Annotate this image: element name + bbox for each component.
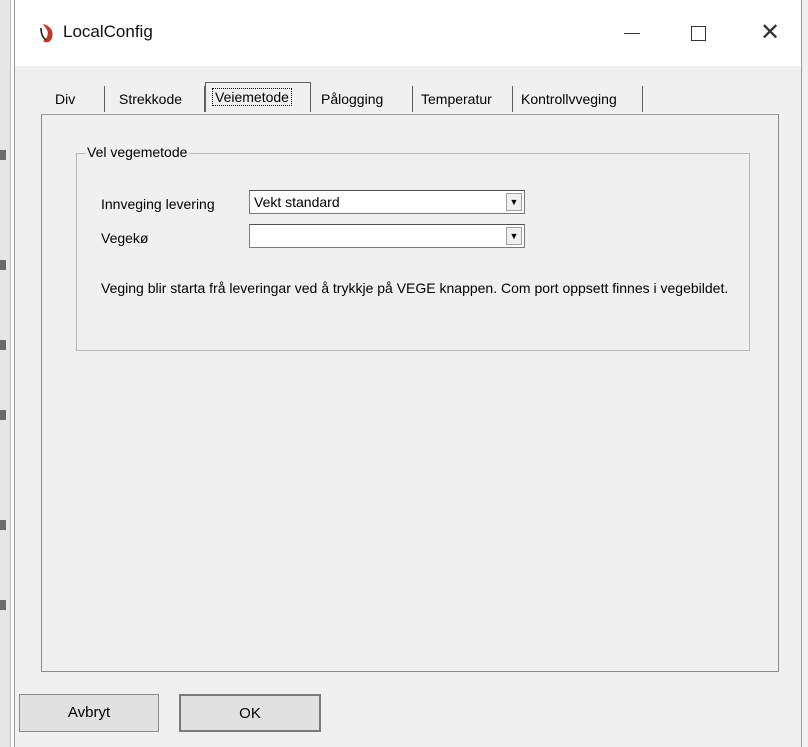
- maximize-button[interactable]: [675, 14, 721, 52]
- window-title: LocalConfig: [63, 22, 153, 41]
- minimize-icon: [624, 32, 640, 35]
- tab-label: Pålogging: [321, 91, 384, 107]
- tab-div[interactable]: Div: [49, 86, 105, 112]
- tab-palogging[interactable]: Pålogging: [315, 86, 413, 112]
- dropdown-button[interactable]: ▼: [506, 227, 522, 245]
- localconfig-window: LocalConfig ✕ Div Strekkode Veiemetode P…: [14, 0, 802, 747]
- tab-label: Div: [55, 91, 76, 107]
- tab-label: Temperatur: [421, 91, 492, 107]
- cancel-button[interactable]: Avbryt: [19, 694, 159, 732]
- tab-veiemetode[interactable]: Veiemetode: [205, 82, 311, 112]
- vegeko-select[interactable]: ▼: [249, 224, 525, 248]
- groupbox-legend: Vel vegemetode: [85, 144, 190, 160]
- innveging-levering-value: Vekt standard: [254, 194, 340, 210]
- tab-kontrollveging[interactable]: Kontrollvveging: [515, 86, 643, 112]
- app-icon: [40, 24, 53, 43]
- background-mark: [0, 150, 6, 160]
- close-button[interactable]: ✕: [747, 14, 793, 52]
- innveging-levering-label: Innveging levering: [101, 196, 215, 212]
- background-mark: [0, 520, 6, 530]
- info-text: Veging blir starta frå leveringar ved å …: [101, 280, 729, 296]
- title-bar[interactable]: LocalConfig ✕: [15, 0, 801, 66]
- tab-label: Kontrollvveging: [521, 91, 617, 107]
- ok-button[interactable]: OK: [179, 694, 321, 732]
- chevron-down-icon: ▼: [509, 231, 519, 241]
- tab-label: Veiemetode: [212, 88, 292, 106]
- background-mark: [0, 600, 6, 610]
- tab-label: Strekkode: [119, 91, 183, 107]
- background-window-edge: [0, 0, 11, 747]
- background-mark: [0, 340, 6, 350]
- dropdown-button[interactable]: ▼: [506, 193, 522, 211]
- tab-strip: Div Strekkode Veiemetode Pålogging Tempe…: [49, 72, 779, 112]
- innveging-levering-select[interactable]: Vekt standard ▼: [249, 190, 525, 214]
- background-mark: [0, 260, 6, 270]
- background-mark: [0, 410, 6, 420]
- vegeko-label: Vegekø: [101, 230, 149, 246]
- maximize-icon: [690, 26, 706, 42]
- tab-temperatur[interactable]: Temperatur: [415, 86, 513, 112]
- vegemetode-groupbox: Vel vegemetode Innveging levering Vekt s…: [76, 144, 750, 351]
- tab-strekkode[interactable]: Strekkode: [113, 86, 205, 112]
- chevron-down-icon: ▼: [509, 197, 519, 207]
- minimize-button[interactable]: [609, 14, 655, 52]
- close-icon: ✕: [759, 19, 781, 46]
- tab-panel-veiemetode: Vel vegemetode Innveging levering Vekt s…: [41, 114, 779, 672]
